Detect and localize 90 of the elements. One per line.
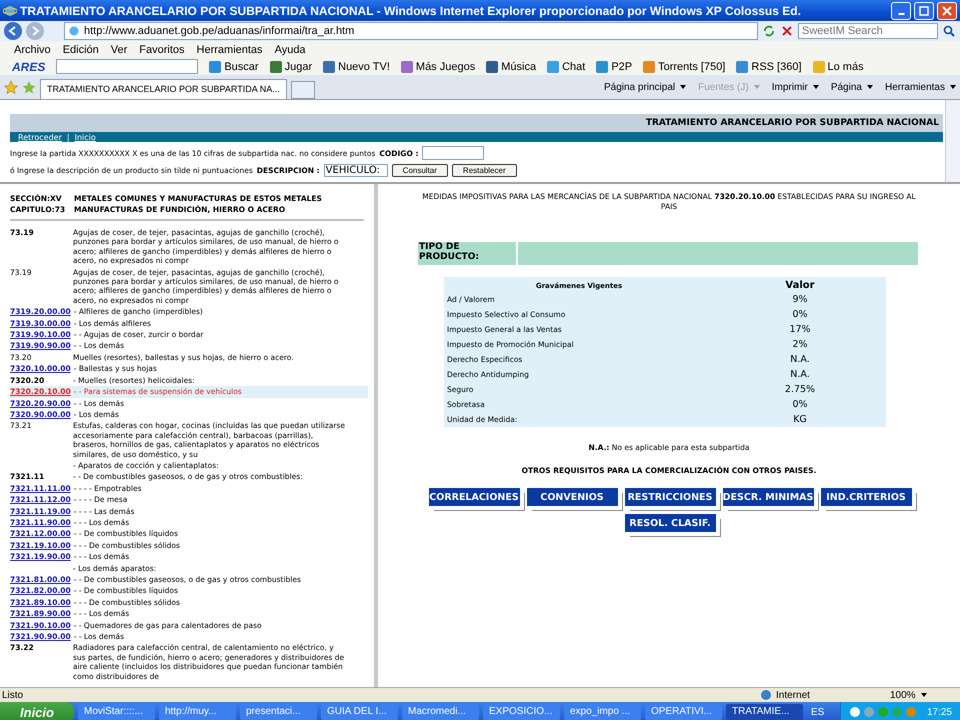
taskbar-button[interactable]: presentaci...: [240, 704, 317, 720]
clock: 17:25: [926, 706, 952, 718]
menu-item[interactable]: Ver: [110, 44, 128, 56]
star-icon[interactable]: [4, 80, 18, 94]
action-button[interactable]: IND.CRITERIOS: [820, 488, 912, 506]
globe-icon: [760, 689, 772, 701]
table-cell: 2.75%: [714, 382, 886, 397]
toolbar-button[interactable]: Más Juegos: [400, 60, 476, 72]
new-tab-button[interactable]: [290, 81, 315, 99]
maximize-button[interactable]: [914, 2, 934, 20]
form-button[interactable]: Consultar: [392, 164, 448, 177]
add-favorite-icon[interactable]: [22, 80, 36, 94]
command-button[interactable]: Imprimir: [772, 82, 819, 92]
search-field[interactable]: SweetIM Search: [798, 23, 938, 39]
caret-icon: [950, 85, 956, 89]
caret-icon: [920, 693, 927, 697]
zone-text: Internet: [776, 690, 810, 700]
menu-item[interactable]: Edición: [62, 44, 99, 56]
caret-icon: [812, 85, 819, 89]
forward-button[interactable]: [26, 22, 44, 40]
toolbar-button[interactable]: Chat: [547, 60, 586, 72]
table-cell: 9%: [714, 292, 886, 307]
refresh-icon[interactable]: [762, 24, 776, 38]
taskbar-button[interactable]: OPERATIVI...: [645, 704, 722, 720]
toolbar-search-field[interactable]: [56, 59, 198, 74]
taskbar-button[interactable]: GUIA DEL I...: [321, 704, 398, 720]
minimize-icon: [898, 12, 904, 14]
menu-item[interactable]: Ayuda: [274, 44, 306, 56]
command-button[interactable]: Página: [830, 82, 873, 92]
maximize-icon: [919, 6, 929, 16]
taskbar-button[interactable]: TRATAMIE...: [726, 704, 803, 720]
toolbar-button[interactable]: P2P: [596, 60, 632, 72]
stop-icon[interactable]: [780, 24, 794, 38]
back-button[interactable]: [4, 22, 22, 40]
product-type-label: TIPO DE PRODUCTO:: [418, 242, 518, 265]
table-cell: KG: [714, 412, 886, 427]
menu-item[interactable]: Favoritos: [139, 44, 185, 56]
table-cell: 0%: [714, 307, 886, 322]
command-button[interactable]: Herramientas: [884, 82, 956, 92]
toolbar-button[interactable]: Torrents [750]: [643, 60, 726, 72]
action-button[interactable]: CONVENIOS: [526, 488, 618, 506]
start-button[interactable]: Inicio: [0, 702, 74, 720]
zoom-button[interactable]: 100%: [890, 690, 960, 700]
page-title: TRATAMIENTO ARANCELARIO POR SUBPARTIDA NACIONAL: [646, 118, 939, 128]
table-cell: N.A.: [714, 367, 886, 382]
caret-icon: [680, 85, 686, 89]
action-button[interactable]: RESTRICCIONES: [624, 488, 716, 506]
browser-tab[interactable]: TRATAMIENTO ARANCELARIO POR SUBPARTIDA NA...: [40, 79, 287, 99]
table-cell: 2%: [714, 337, 886, 352]
caret-icon: [866, 85, 873, 89]
column-header: Valor: [714, 277, 886, 292]
table-cell: 17%: [714, 322, 886, 337]
toolbar-button[interactable]: Lo más: [812, 60, 864, 72]
taskbar-button[interactable]: http://muy...: [159, 704, 236, 720]
search-icon[interactable]: [942, 24, 956, 38]
nav-link[interactable]: Retroceder: [18, 132, 62, 142]
toolbar-button[interactable]: Jugar: [270, 60, 312, 72]
table-cell: 0%: [714, 397, 886, 412]
close-icon: [942, 6, 952, 16]
taskbar-button[interactable]: MoviStar::::...: [78, 704, 155, 720]
taskbar-button[interactable]: Macromedi...: [402, 704, 479, 720]
address-field[interactable]: http://www.aduanet.gob.pe/aduanas/informai/tra_ar.htm: [64, 22, 758, 40]
minimize-button[interactable]: [891, 2, 911, 20]
window-title: TRATAMIENTO ARANCELARIO POR SUBPARTIDA NACIONAL - Windows Internet Explorer proporcionado por Windows XP Colossus Ed.: [20, 4, 802, 18]
scrollbar[interactable]: [945, 100, 960, 182]
separator: |: [66, 132, 70, 142]
form-button[interactable]: Restablecer: [452, 164, 517, 177]
toolbar-button[interactable]: Buscar: [209, 60, 259, 72]
globe-icon: [3, 4, 17, 18]
menu-item[interactable]: Archivo: [14, 44, 51, 56]
toolbar-logo[interactable]: ARES: [12, 60, 46, 74]
globe-icon: [68, 25, 80, 37]
close-button[interactable]: [937, 2, 957, 20]
language-indicator[interactable]: ES: [811, 706, 824, 718]
menu-item[interactable]: Herramientas: [196, 44, 263, 56]
code-field[interactable]: [422, 146, 484, 160]
action-button[interactable]: RESOL. CLASIF.: [624, 514, 716, 532]
action-button[interactable]: CORRELACIONES: [428, 488, 520, 506]
toolbar-button[interactable]: Nuevo TV!: [323, 60, 390, 72]
nav-link[interactable]: Inicio: [74, 132, 96, 142]
command-button[interactable]: Página principal: [604, 82, 686, 92]
toolbar-button[interactable]: RSS [360]: [736, 60, 802, 72]
taskbar-button[interactable]: expo_impo ...: [564, 704, 641, 720]
table-cell: N.A.: [714, 352, 886, 367]
action-button[interactable]: DESCR. MINIMAS: [722, 488, 814, 506]
caret-icon: [754, 85, 760, 89]
description-field[interactable]: VEHICULO:: [324, 164, 388, 177]
toolbar-button[interactable]: Música: [486, 60, 536, 72]
status-text: Listo: [1, 690, 24, 700]
taskbar-button[interactable]: EXPOSICIO...: [483, 704, 560, 720]
